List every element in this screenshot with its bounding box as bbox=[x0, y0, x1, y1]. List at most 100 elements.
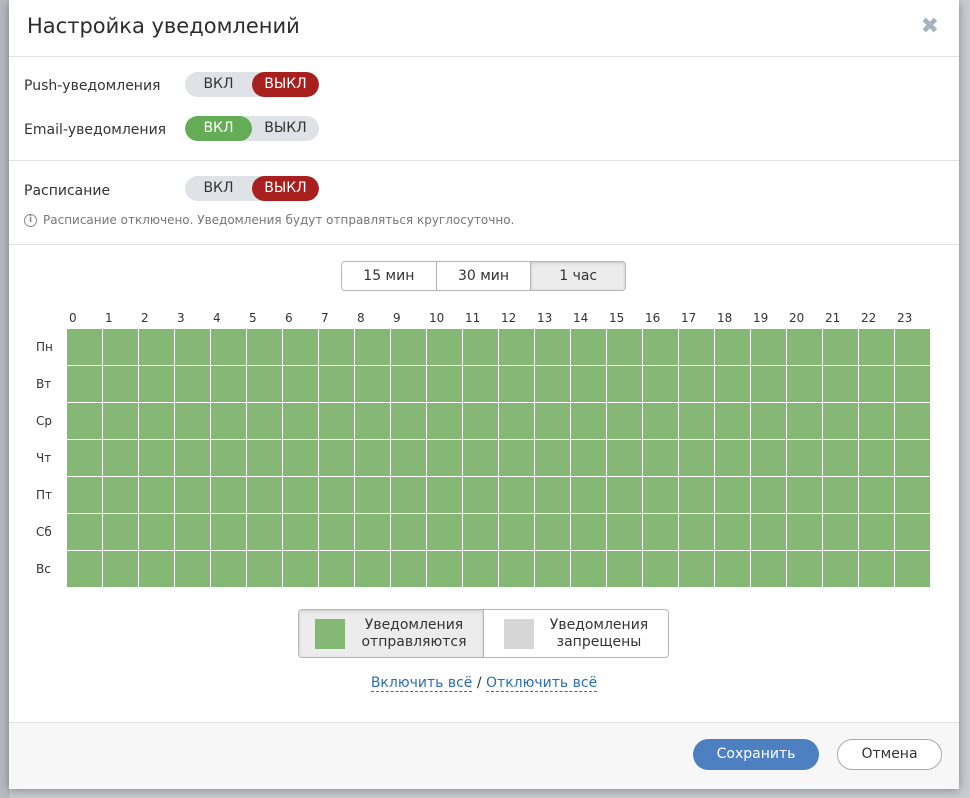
schedule-cell[interactable] bbox=[319, 477, 354, 513]
disable-all-link[interactable]: Отключить всё bbox=[486, 675, 598, 692]
schedule-cell[interactable] bbox=[715, 440, 750, 476]
schedule-cell[interactable] bbox=[499, 329, 534, 365]
schedule-cell[interactable] bbox=[499, 514, 534, 550]
schedule-cell[interactable] bbox=[571, 440, 606, 476]
schedule-cell[interactable] bbox=[391, 551, 426, 587]
schedule-cell[interactable] bbox=[247, 329, 282, 365]
schedule-cell[interactable] bbox=[283, 477, 318, 513]
schedule-on-option[interactable]: ВКЛ bbox=[185, 176, 252, 201]
schedule-cell[interactable] bbox=[571, 514, 606, 550]
schedule-cell[interactable] bbox=[427, 366, 462, 402]
schedule-cell[interactable] bbox=[139, 477, 174, 513]
schedule-cell[interactable] bbox=[139, 551, 174, 587]
schedule-cell[interactable] bbox=[535, 403, 570, 439]
schedule-cell[interactable] bbox=[859, 477, 894, 513]
schedule-cell[interactable] bbox=[319, 329, 354, 365]
schedule-cell[interactable] bbox=[499, 440, 534, 476]
schedule-cell[interactable] bbox=[175, 403, 210, 439]
schedule-cell[interactable] bbox=[355, 329, 390, 365]
schedule-cell[interactable] bbox=[463, 403, 498, 439]
schedule-cell[interactable] bbox=[715, 403, 750, 439]
schedule-cell[interactable] bbox=[319, 551, 354, 587]
schedule-toggle[interactable]: ВКЛ ВЫКЛ bbox=[185, 176, 319, 201]
schedule-off-option[interactable]: ВЫКЛ bbox=[252, 176, 319, 201]
schedule-cell[interactable] bbox=[283, 551, 318, 587]
schedule-cell[interactable] bbox=[607, 366, 642, 402]
schedule-cell[interactable] bbox=[499, 366, 534, 402]
schedule-cell[interactable] bbox=[787, 514, 822, 550]
schedule-cell[interactable] bbox=[643, 366, 678, 402]
schedule-cell[interactable] bbox=[355, 403, 390, 439]
schedule-cell[interactable] bbox=[319, 514, 354, 550]
schedule-cell[interactable] bbox=[823, 477, 858, 513]
schedule-cell[interactable] bbox=[319, 403, 354, 439]
schedule-cell[interactable] bbox=[679, 403, 714, 439]
enable-all-link[interactable]: Включить всё bbox=[370, 675, 473, 692]
schedule-cell[interactable] bbox=[715, 477, 750, 513]
schedule-cell[interactable] bbox=[175, 329, 210, 365]
schedule-cell[interactable] bbox=[535, 440, 570, 476]
schedule-cell[interactable] bbox=[715, 329, 750, 365]
schedule-cell[interactable] bbox=[607, 514, 642, 550]
schedule-cell[interactable] bbox=[355, 477, 390, 513]
interval-60-button[interactable]: 1 час bbox=[531, 262, 625, 290]
schedule-cell[interactable] bbox=[211, 403, 246, 439]
schedule-cell[interactable] bbox=[319, 440, 354, 476]
schedule-cell[interactable] bbox=[103, 440, 138, 476]
schedule-cell[interactable] bbox=[571, 366, 606, 402]
schedule-cell[interactable] bbox=[211, 514, 246, 550]
schedule-cell[interactable] bbox=[67, 403, 102, 439]
schedule-cell[interactable] bbox=[139, 403, 174, 439]
schedule-cell[interactable] bbox=[391, 477, 426, 513]
schedule-cell[interactable] bbox=[211, 477, 246, 513]
email-off-option[interactable]: ВЫКЛ bbox=[252, 116, 319, 141]
schedule-cell[interactable] bbox=[679, 329, 714, 365]
schedule-cell[interactable] bbox=[175, 366, 210, 402]
schedule-cell[interactable] bbox=[355, 551, 390, 587]
schedule-cell[interactable] bbox=[427, 551, 462, 587]
schedule-cell[interactable] bbox=[607, 329, 642, 365]
schedule-cell[interactable] bbox=[895, 366, 930, 402]
schedule-cell[interactable] bbox=[319, 366, 354, 402]
schedule-cell[interactable] bbox=[67, 551, 102, 587]
schedule-cell[interactable] bbox=[787, 551, 822, 587]
schedule-cell[interactable] bbox=[103, 329, 138, 365]
schedule-cell[interactable] bbox=[391, 514, 426, 550]
schedule-cell[interactable] bbox=[391, 329, 426, 365]
schedule-cell[interactable] bbox=[463, 329, 498, 365]
schedule-cell[interactable] bbox=[103, 551, 138, 587]
schedule-cell[interactable] bbox=[211, 329, 246, 365]
schedule-cell[interactable] bbox=[895, 440, 930, 476]
schedule-cell[interactable] bbox=[571, 329, 606, 365]
schedule-cell[interactable] bbox=[355, 514, 390, 550]
schedule-cell[interactable] bbox=[823, 514, 858, 550]
schedule-cell[interactable] bbox=[643, 514, 678, 550]
cancel-button[interactable]: Отмена bbox=[837, 739, 942, 770]
schedule-cell[interactable] bbox=[571, 403, 606, 439]
schedule-cell[interactable] bbox=[499, 477, 534, 513]
email-on-option[interactable]: ВКЛ bbox=[185, 116, 252, 141]
schedule-cell[interactable] bbox=[391, 366, 426, 402]
schedule-cell[interactable] bbox=[823, 440, 858, 476]
schedule-cell[interactable] bbox=[751, 440, 786, 476]
schedule-cell[interactable] bbox=[751, 329, 786, 365]
schedule-cell[interactable] bbox=[787, 477, 822, 513]
schedule-cell[interactable] bbox=[103, 366, 138, 402]
schedule-cell[interactable] bbox=[247, 440, 282, 476]
schedule-cell[interactable] bbox=[247, 477, 282, 513]
schedule-cell[interactable] bbox=[607, 477, 642, 513]
schedule-cell[interactable] bbox=[643, 403, 678, 439]
schedule-cell[interactable] bbox=[607, 551, 642, 587]
schedule-cell[interactable] bbox=[463, 366, 498, 402]
schedule-cell[interactable] bbox=[463, 551, 498, 587]
schedule-cell[interactable] bbox=[499, 551, 534, 587]
schedule-cell[interactable] bbox=[607, 440, 642, 476]
schedule-cell[interactable] bbox=[535, 477, 570, 513]
schedule-cell[interactable] bbox=[427, 440, 462, 476]
schedule-cell[interactable] bbox=[211, 366, 246, 402]
schedule-cell[interactable] bbox=[895, 551, 930, 587]
schedule-cell[interactable] bbox=[679, 440, 714, 476]
schedule-cell[interactable] bbox=[463, 514, 498, 550]
schedule-cell[interactable] bbox=[499, 403, 534, 439]
legend-blocked[interactable]: Уведомления запрещены bbox=[484, 610, 668, 657]
